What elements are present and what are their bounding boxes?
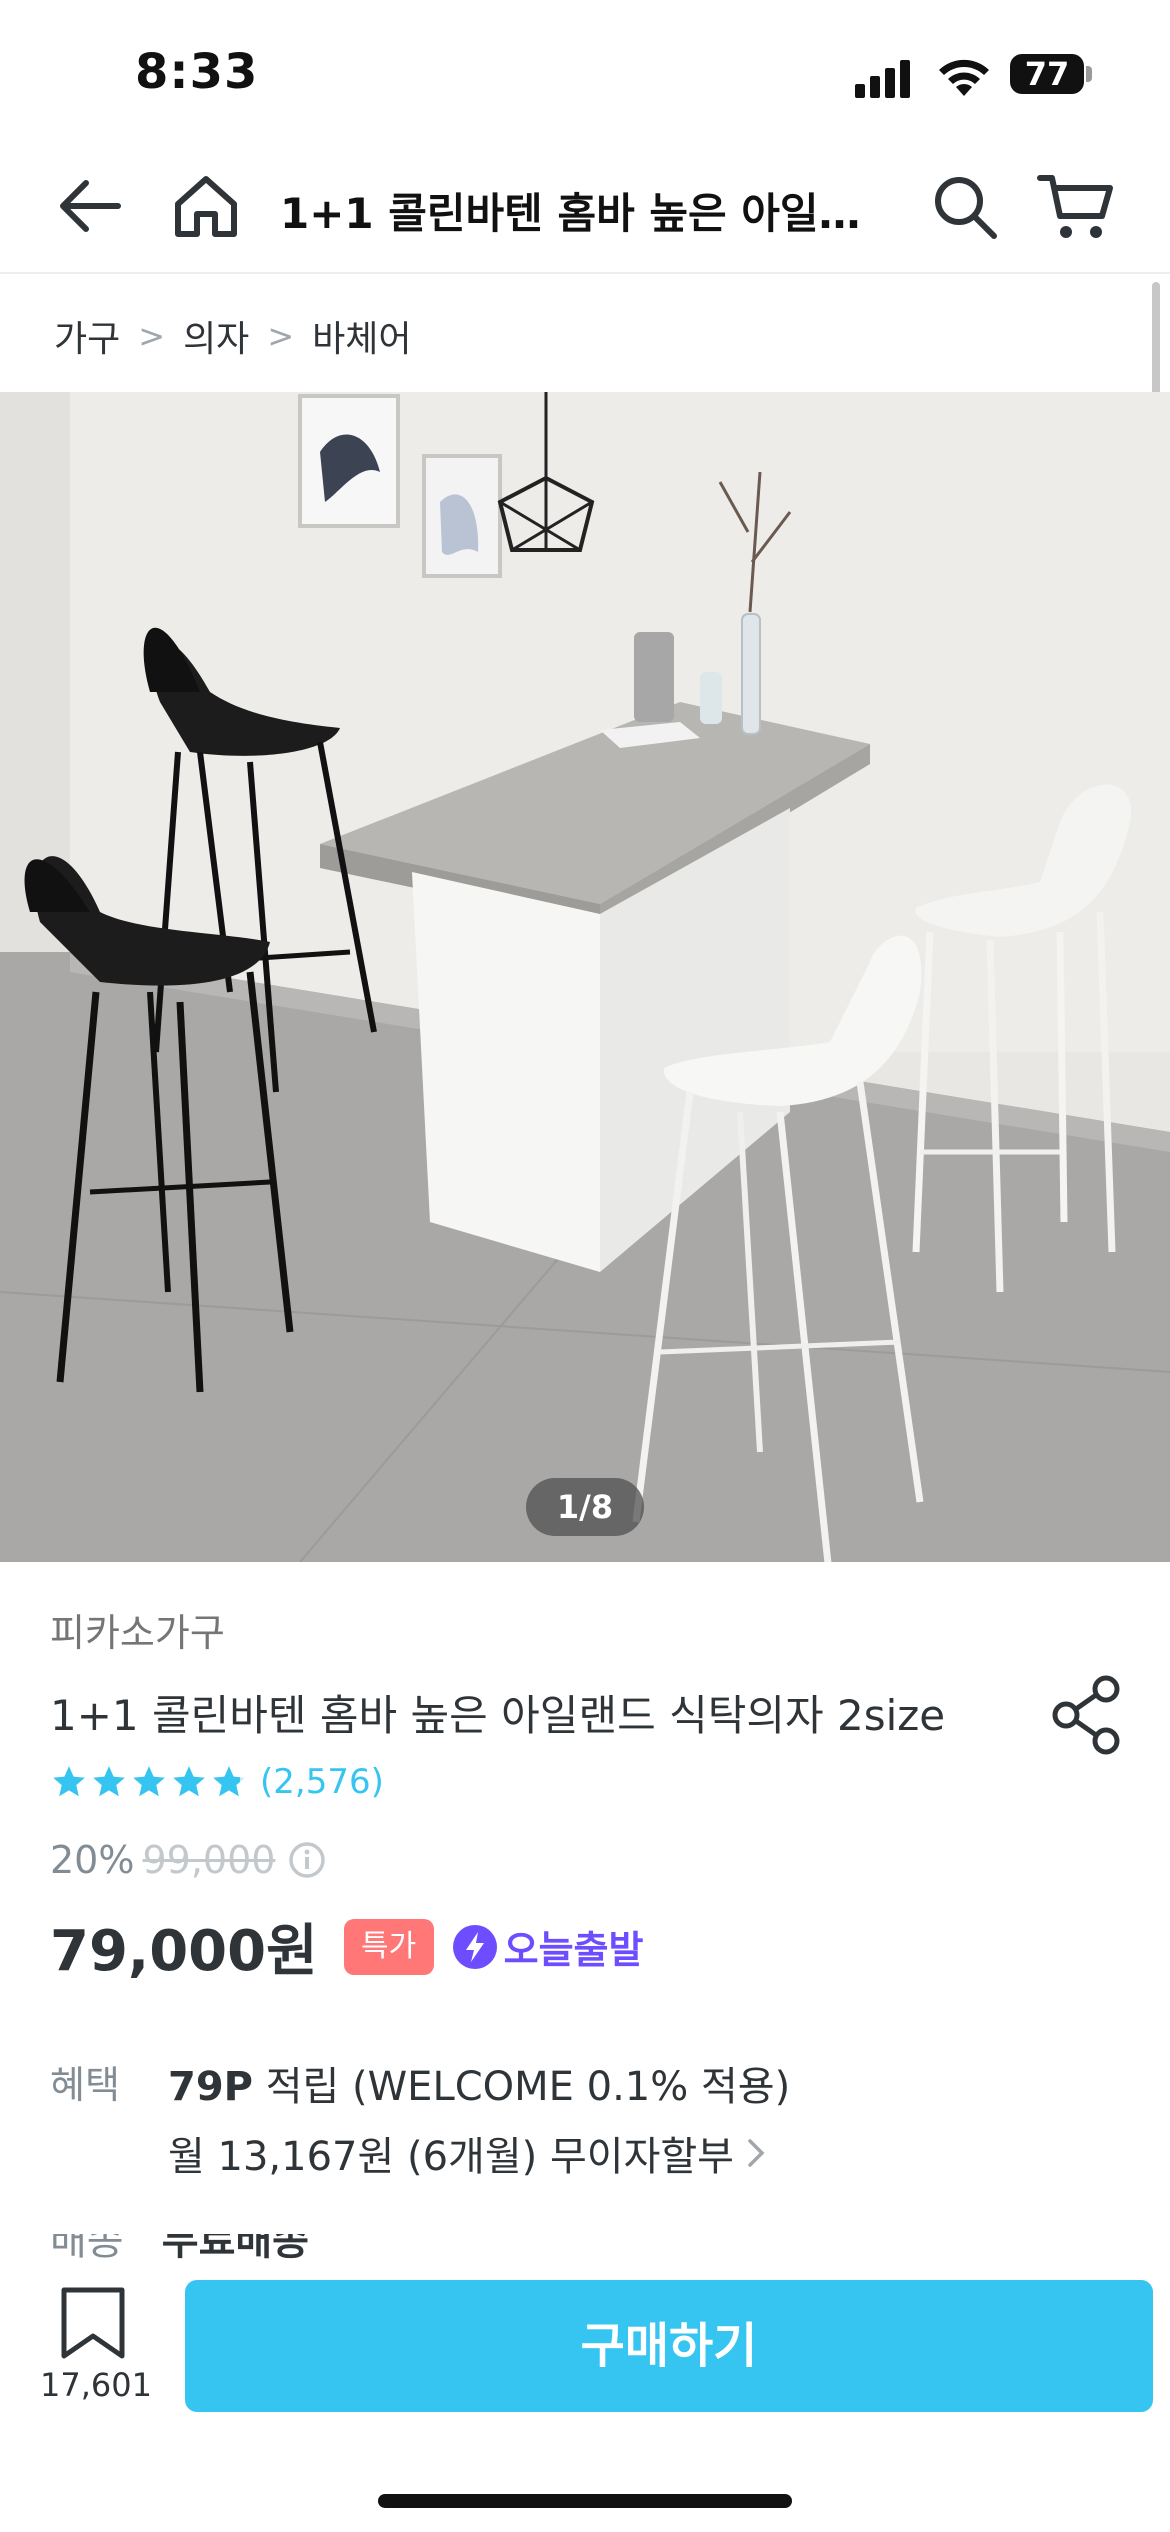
rating[interactable]: (2,576) [50,1762,384,1802]
cart-icon[interactable] [1036,170,1116,242]
breadcrumb-item-furniture[interactable]: 가구 [54,310,120,362]
battery-cap [1086,66,1092,82]
shipping-value: 무료배송 [161,2234,309,2264]
discount-row: 20% 99,000 [50,1838,327,1882]
brand-name[interactable]: 피카소가구 [50,1602,225,1657]
search-icon[interactable] [930,172,1000,242]
product-title: 1+1 콜린바텐 홈바 높은 아일랜드 식탁의자 2size [50,1691,946,1740]
signal-icon [855,58,915,98]
installment-text: 월 13,167원 (6개월) 무이자할부 [168,2134,734,2180]
discount-rate: 20% [50,1838,135,1882]
home-indicator[interactable] [378,2494,792,2508]
sale-price: 79,000원 [50,1919,318,1984]
shipping-label: 배송 [50,2234,124,2264]
bookmark-icon[interactable] [54,2284,132,2362]
points-description: 적립 (WELCOME 0.1% 적용) [252,2064,791,2110]
star-icon [93,1766,125,1797]
special-badge: 특가 [343,1918,434,1975]
star-icon [133,1766,165,1797]
star-icon [173,1766,205,1797]
product-image[interactable] [0,392,1170,1562]
breadcrumb: 가구 > 의자 > 바체어 [54,310,412,362]
breadcrumb-item-chair[interactable]: 의자 [183,310,249,362]
points-amount: 79P [168,2064,253,2110]
original-price: 99,000 [142,1838,276,1882]
review-count[interactable]: (2,576) [260,1762,384,1802]
benefit-label: 혜택 [50,2063,120,2107]
breadcrumb-item-barchair[interactable]: 바체어 [312,310,411,362]
chevron-right-icon: > [267,317,295,355]
installment-row[interactable]: 월 13,167원 (6개월) 무이자할부 [168,2124,768,2182]
nav-divider [0,272,1170,274]
image-counter: 1/8 [526,1478,644,1536]
home-icon[interactable] [170,170,242,242]
benefit-points: 79P 적립 (WELCOME 0.1% 적용) [168,2054,790,2112]
shipping-row-partial: 배송 무료배송 [50,2234,350,2264]
bookmark-count: 17,601 [40,2366,152,2404]
star-half-icon [213,1766,245,1797]
delivery-tag: 오늘출발 [503,1928,644,1972]
page-title: 1+1 콜린바텐 홈바 높은 아일랜드 식탁의자 2size [280,189,870,238]
buy-button[interactable]: 구매하기 [185,2280,1153,2412]
price-row: 79,000원 특가 오늘출발 [50,1906,643,1987]
chevron-right-icon [748,2139,765,2167]
info-icon[interactable] [287,1840,327,1880]
battery-indicator: 77 [1010,54,1084,94]
status-time: 8:33 [135,44,259,100]
back-arrow-icon[interactable] [54,170,126,242]
chevron-right-icon: > [138,317,166,355]
share-icon[interactable] [1050,1675,1122,1755]
lightning-icon [452,1924,497,1969]
star-icon [53,1766,85,1797]
wifi-icon [939,59,989,96]
